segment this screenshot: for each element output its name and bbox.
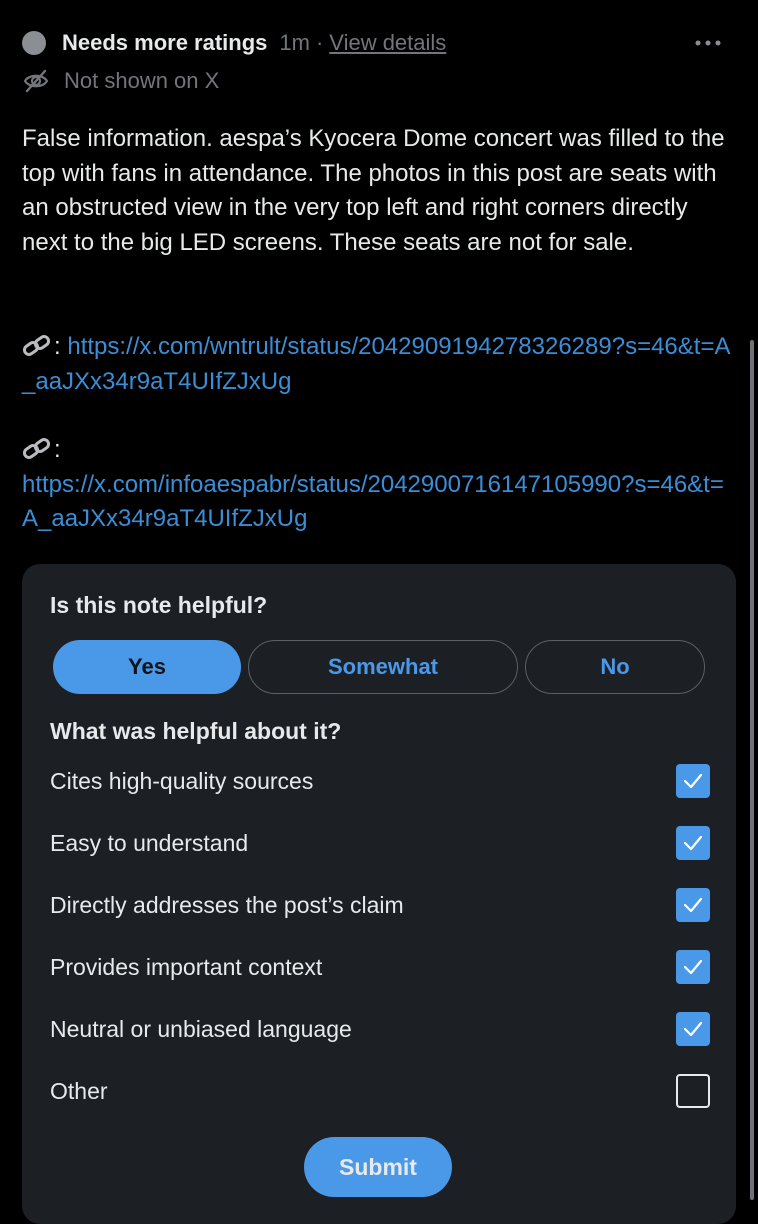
- eye-off-icon: [23, 69, 49, 93]
- checkbox-checked[interactable]: [676, 826, 710, 860]
- note-status-row: Needs more ratings 1m · View details: [22, 28, 736, 58]
- option-label: Cites high-quality sources: [50, 767, 314, 794]
- source-url-2[interactable]: https://x.com/infoaespabr/status/2042900…: [22, 471, 724, 533]
- more-horizontal-icon: [695, 40, 721, 46]
- somewhat-button[interactable]: Somewhat: [248, 640, 518, 694]
- source-colon: :: [54, 333, 61, 360]
- yes-button[interactable]: Yes: [53, 640, 241, 694]
- checkbox-checked[interactable]: [676, 1012, 710, 1046]
- no-button[interactable]: No: [525, 640, 705, 694]
- checkmark-icon: [683, 773, 703, 789]
- rating-card: Is this note helpful? Yes Somewhat No Wh…: [22, 564, 736, 1224]
- checkmark-icon: [683, 1021, 703, 1037]
- option-other[interactable]: Other: [50, 1071, 710, 1111]
- option-label: Directly addresses the post’s claim: [50, 891, 404, 918]
- scrollbar[interactable]: [750, 340, 754, 1200]
- option-easy-to-understand[interactable]: Easy to understand: [50, 823, 710, 863]
- source-link-1: : https://x.com/wntrult/status/204290919…: [22, 330, 738, 399]
- option-cites-sources[interactable]: Cites high-quality sources: [50, 761, 710, 801]
- option-label: Provides important context: [50, 953, 323, 980]
- status-title: Needs more ratings: [62, 30, 268, 55]
- helpful-question: Is this note helpful?: [50, 592, 268, 618]
- not-shown-row: Not shown on X: [22, 66, 219, 96]
- source-link-2: : https://x.com/infoaespabr/status/20429…: [22, 433, 738, 537]
- link-icon: [22, 335, 51, 356]
- checkmark-icon: [683, 897, 703, 913]
- helpful-reasons-heading: What was helpful about it?: [50, 718, 342, 744]
- checkbox-unchecked[interactable]: [676, 1074, 710, 1108]
- status-indicator-dot: [22, 31, 46, 55]
- option-label: Neutral or unbiased language: [50, 1015, 352, 1042]
- not-shown-label: Not shown on X: [64, 68, 220, 93]
- option-label: Other: [50, 1077, 108, 1104]
- option-label: Easy to understand: [50, 829, 249, 856]
- view-details-link[interactable]: View details: [329, 30, 446, 56]
- note-text: False information. aespa’s Kyocera Dome …: [22, 125, 725, 256]
- option-neutral-language[interactable]: Neutral or unbiased language: [50, 1009, 710, 1049]
- submit-button[interactable]: Submit: [304, 1137, 452, 1197]
- checkmark-icon: [683, 959, 703, 975]
- source-url-1[interactable]: https://x.com/wntrult/status/20429091942…: [22, 333, 730, 395]
- source-colon: :: [54, 436, 61, 463]
- link-icon: [22, 438, 51, 459]
- separator-dot: ·: [315, 30, 324, 55]
- checkbox-checked[interactable]: [676, 950, 710, 984]
- option-important-context[interactable]: Provides important context: [50, 947, 710, 987]
- checkbox-checked[interactable]: [676, 764, 710, 798]
- checkmark-icon: [683, 835, 703, 851]
- note-timestamp: 1m: [279, 30, 310, 55]
- option-addresses-claim[interactable]: Directly addresses the post’s claim: [50, 885, 710, 925]
- checkbox-checked[interactable]: [676, 888, 710, 922]
- more-options-button[interactable]: [688, 28, 728, 58]
